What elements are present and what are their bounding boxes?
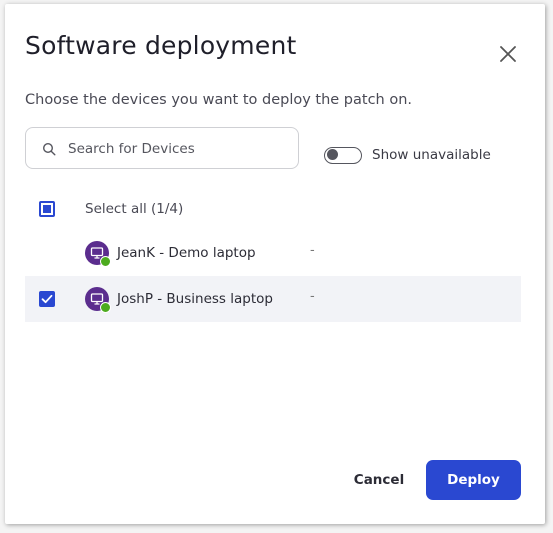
checkmark-icon [41, 294, 53, 304]
online-status-dot [100, 302, 111, 313]
device-row[interactable]: JoshP - Business laptop - [25, 276, 521, 322]
close-icon[interactable] [496, 42, 520, 66]
show-unavailable-label: Show unavailable [372, 147, 491, 163]
search-icon [42, 141, 56, 156]
toggle-knob [327, 149, 338, 160]
device-extra: - [310, 289, 315, 304]
show-unavailable-control: Show unavailable [324, 145, 491, 165]
dialog-subtitle: Choose the devices you want to deploy th… [25, 92, 413, 108]
select-all-label: Select all (1/4) [85, 201, 184, 217]
select-all-row: Select all (1/4) [25, 186, 521, 232]
search-box[interactable] [25, 127, 299, 169]
show-unavailable-toggle[interactable] [324, 146, 362, 164]
device-extra: - [310, 243, 315, 258]
deploy-button[interactable]: Deploy [426, 460, 521, 500]
device-name: JoshP - Business laptop [117, 291, 273, 307]
device-row[interactable]: JeanK - Demo laptop - [25, 230, 521, 276]
computer-icon [85, 287, 111, 313]
computer-icon [85, 241, 111, 267]
software-deployment-dialog: Software deployment Choose the devices y… [5, 4, 545, 524]
dialog-title: Software deployment [25, 31, 297, 60]
cancel-button[interactable]: Cancel [345, 462, 413, 498]
screen-background: Software deployment Choose the devices y… [0, 0, 553, 533]
search-input[interactable] [66, 137, 290, 161]
device-checkbox[interactable] [39, 291, 55, 307]
online-status-dot [100, 256, 111, 267]
select-all-checkbox[interactable] [39, 201, 55, 217]
checkbox-partial-mark [43, 205, 51, 213]
device-name: JeanK - Demo laptop [117, 245, 256, 261]
